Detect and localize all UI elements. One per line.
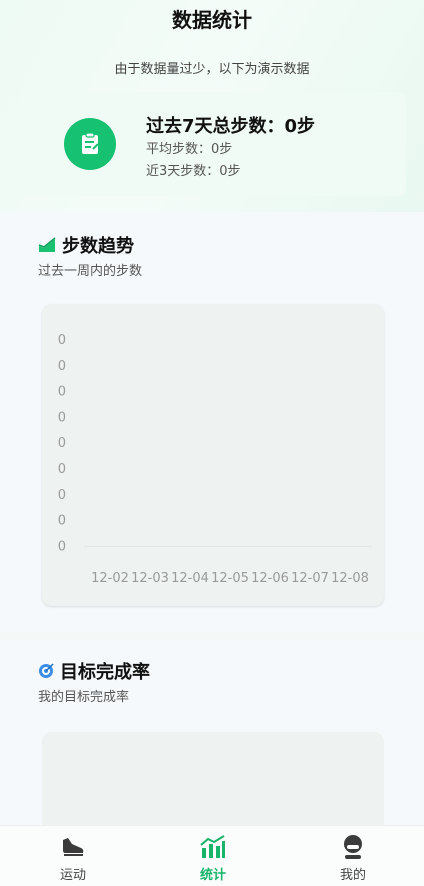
tab-me-label: 我的: [339, 868, 366, 883]
goal-subtitle: 我的目标完成率: [38, 690, 130, 705]
trend-subtitle: 过去一周内的步数: [38, 264, 143, 279]
goal-title: 目标完成率: [60, 662, 150, 683]
y-tick-label: 0: [58, 514, 66, 529]
y-tick-label: 0: [58, 462, 66, 477]
y-tick-label: 0: [58, 333, 66, 348]
tab-sport[interactable]: 运动: [33, 826, 113, 886]
x-tick-label: 12-03: [131, 571, 169, 586]
x-tick-label: 12-04: [171, 571, 209, 586]
y-tick-label: 0: [58, 359, 66, 374]
y-tick-label: 0: [58, 539, 66, 554]
recent-steps-text: 近3天步数：0步: [146, 164, 241, 179]
y-tick-label: 0: [58, 385, 66, 400]
clipboard-icon: [64, 118, 116, 170]
chart-rising-icon: [38, 237, 56, 252]
x-tick-label: 12-06: [251, 571, 289, 586]
tab-sport-label: 运动: [59, 868, 86, 883]
trend-header: 步数趋势: [38, 232, 134, 258]
page-title: 数据统计: [172, 8, 252, 32]
bottom-tab-bar: 运动 统计 我的: [0, 825, 424, 886]
user-icon: [344, 835, 362, 859]
demo-data-notice: 由于数据量过少，以下为演示数据: [114, 62, 310, 77]
summary-card: 过去7天总步数：0步 平均步数：0步 近3天步数：0步: [18, 92, 406, 196]
trend-title: 步数趋势: [62, 236, 134, 257]
goal-header: 目标完成率: [38, 658, 150, 684]
x-tick-label: 12-08: [331, 571, 369, 586]
steps-chart-svg: 0 0 0 0 0 0 0 0 0 12-02 12-03 12-04 12-05 12-06 12-07 1…: [58, 333, 372, 586]
x-tick-label: 12-05: [211, 571, 249, 586]
x-tick-label: 12-07: [291, 571, 329, 586]
y-tick-label: 0: [58, 488, 66, 503]
target-icon: [39, 663, 54, 678]
average-steps-text: 平均步数：0步: [146, 142, 233, 157]
x-tick-label: 12-02: [91, 571, 129, 586]
y-tick-label: 0: [58, 410, 66, 425]
tab-stats-label: 统计: [199, 868, 226, 883]
tab-stats[interactable]: 统计: [173, 826, 253, 886]
tab-me[interactable]: 我的: [313, 826, 393, 886]
total-steps-text: 过去7天总步数：0步: [146, 116, 316, 137]
bar-chart-icon: [200, 835, 225, 858]
y-tick-label: 0: [58, 436, 66, 451]
steps-chart: 0 0 0 0 0 0 0 0 0 12-02 12-03 12-04 12-05 12-06 12-07 1…: [42, 304, 384, 606]
sneaker-icon: [63, 838, 84, 856]
